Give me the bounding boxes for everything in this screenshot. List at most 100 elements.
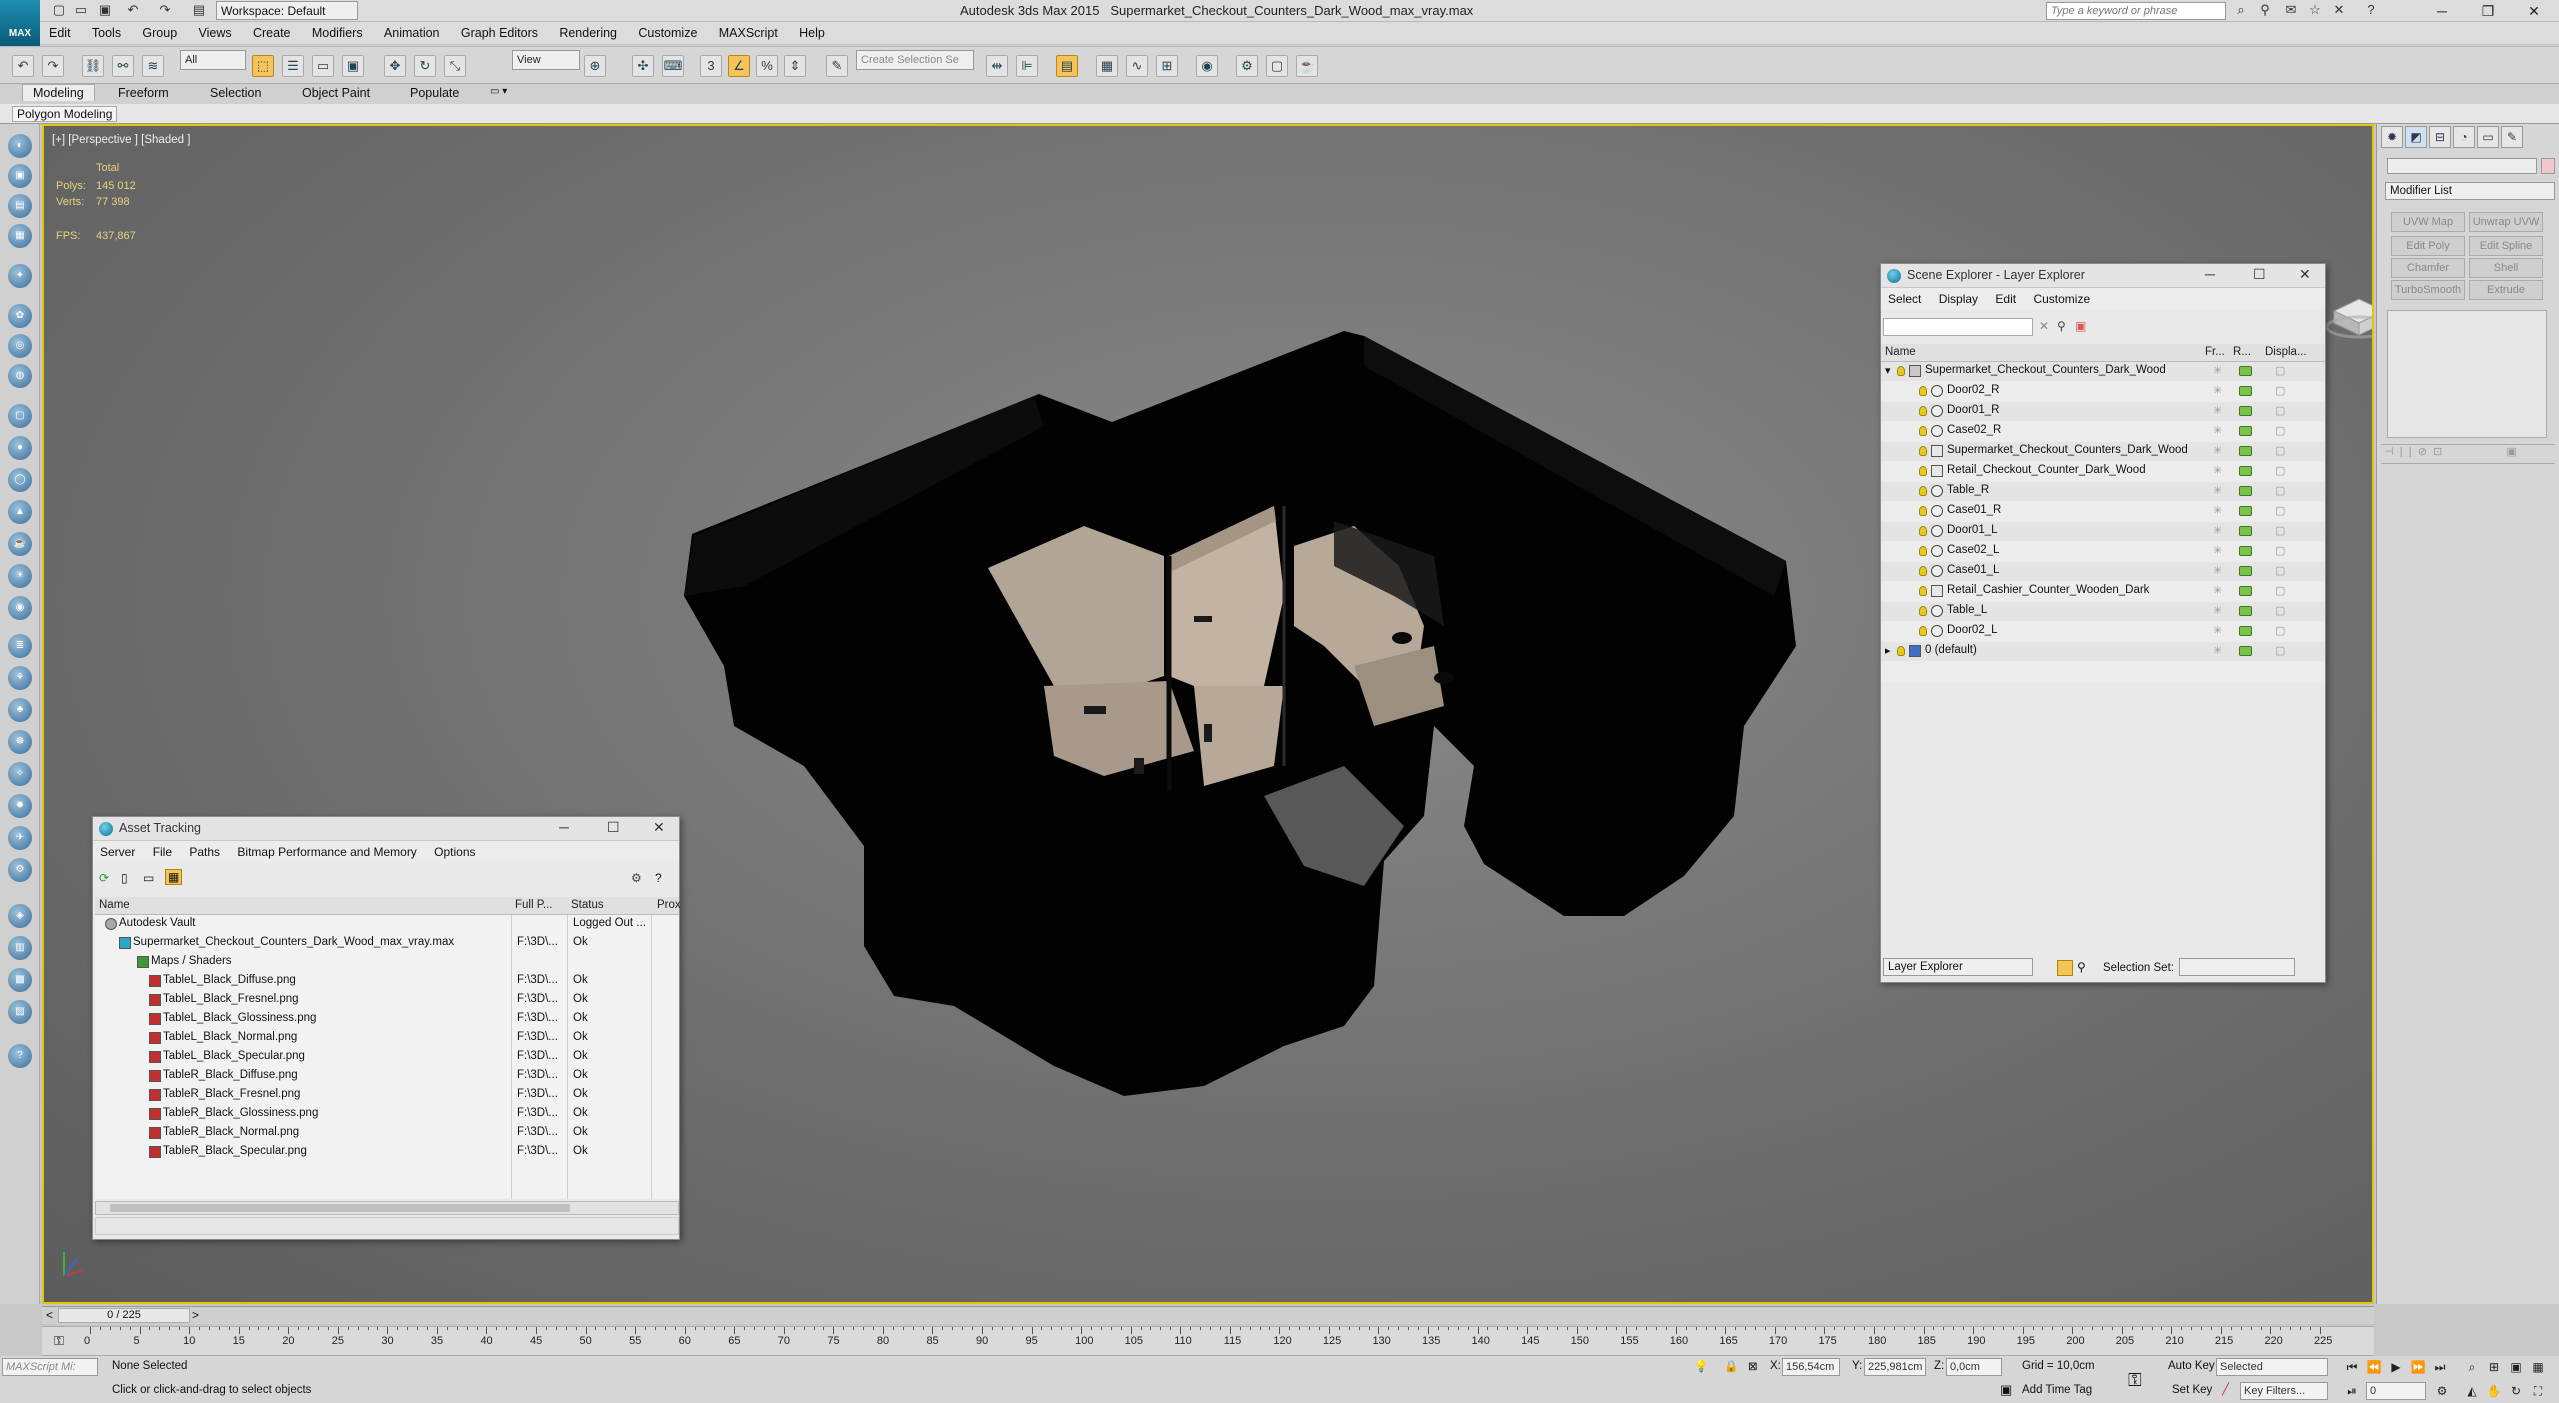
goto-end-icon[interactable]: ⏭ — [2430, 1360, 2450, 1378]
zoom-icon[interactable]: ⌕ — [2462, 1360, 2482, 1378]
col-proxy[interactable]: Prox — [657, 899, 681, 911]
camera-icon[interactable]: ◉ — [8, 596, 32, 620]
menu-modifiers[interactable]: Modifiers — [303, 22, 372, 44]
edit-poly-button[interactable]: Edit Poly — [2391, 236, 2465, 256]
turbosmooth-button[interactable]: TurboSmooth — [2391, 280, 2465, 300]
named-selection-dropdown[interactable]: Create Selection Se — [856, 50, 974, 70]
display-panel-tab[interactable]: ▭ — [2477, 126, 2499, 148]
unlink-icon[interactable]: ⚯ — [112, 55, 134, 77]
menu-edit[interactable]: Edit — [1988, 288, 2023, 310]
asset-row[interactable]: TableL_Black_Fresnel.png F:\3D\... Ok — [95, 991, 679, 1010]
scene-explorer-titlebar[interactable]: Scene Explorer - Layer Explorer ─ ☐ ✕ — [1881, 264, 2325, 288]
menu-paths[interactable]: Paths — [182, 841, 227, 863]
column-divider[interactable] — [651, 915, 652, 1199]
display-icon[interactable]: ▢ — [2275, 544, 2285, 557]
layer-row[interactable]: Table_R ✳ ▢ — [1881, 482, 2325, 501]
tool-icon-12[interactable]: ☸ — [8, 730, 32, 754]
select-object-icon[interactable]: ⬚ — [252, 55, 274, 77]
utilities-panel-tab[interactable]: ✎ — [2501, 126, 2523, 148]
absolute-mode-icon[interactable]: ⊠ — [1748, 1359, 1758, 1373]
zoom-all-icon[interactable]: ⊞ — [2484, 1360, 2504, 1378]
restore-icon[interactable]: ❐ — [2466, 0, 2510, 22]
tool-icon-20[interactable]: ▨ — [8, 1000, 32, 1024]
display-icon[interactable]: ▢ — [2275, 524, 2285, 537]
display-icon[interactable]: ▢ — [2275, 484, 2285, 497]
asset-row[interactable]: TableR_Black_Specular.png F:\3D\... Ok — [95, 1143, 679, 1162]
lock-icon[interactable]: 🔒 — [1724, 1359, 1738, 1373]
filter-icon[interactable]: ⚲ — [2057, 319, 2066, 333]
tab-modeling[interactable]: Modeling — [22, 84, 95, 101]
expand-icon[interactable]: ▸ — [1885, 644, 1891, 657]
visibility-bulb-icon[interactable] — [1919, 486, 1927, 496]
menu-create[interactable]: Create — [244, 22, 300, 44]
binoculars-icon[interactable]: ⌕ — [2232, 2, 2250, 20]
vault-icon[interactable]: ⚙ — [631, 871, 642, 885]
rect-selection-icon[interactable]: ▭ — [312, 55, 334, 77]
tool-icon-6[interactable]: ✿ — [8, 304, 32, 328]
column-divider[interactable] — [511, 915, 512, 1199]
track-bar[interactable]: 0 5 10 15 20 25 30 35 40 45 50 55 60 65 70 75 80 85 90 95 10… — [42, 1326, 2374, 1356]
asset-row[interactable]: TableR_Black_Fresnel.png F:\3D\... Ok — [95, 1086, 679, 1105]
layer-row[interactable]: ▾ Supermarket_Checkout_Counters_Dark_Wood… — [1881, 362, 2325, 381]
asset-row[interactable]: TableL_Black_Specular.png F:\3D\... Ok — [95, 1048, 679, 1067]
menu-server[interactable]: Server — [93, 841, 142, 863]
tab-object-paint[interactable]: Object Paint — [302, 86, 370, 100]
spinner-snap-icon[interactable]: ⇕ — [784, 55, 806, 77]
visibility-bulb-icon[interactable] — [1919, 466, 1927, 476]
visibility-bulb-icon[interactable] — [1919, 626, 1927, 636]
new-file-icon[interactable]: ▢ — [50, 2, 68, 20]
maximize-icon[interactable]: ☐ — [2253, 266, 2266, 283]
freeze-icon[interactable]: ✳ — [2213, 624, 2222, 637]
display-icon[interactable]: ▢ — [2275, 584, 2285, 597]
save-icon[interactable]: ▣ — [96, 2, 114, 20]
zoom-extents-all-icon[interactable]: ▦ — [2528, 1360, 2548, 1378]
menu-options[interactable]: Options — [427, 841, 482, 863]
tool-icon-18[interactable]: ▥ — [8, 936, 32, 960]
material-editor-icon[interactable]: ◉ — [1196, 55, 1218, 77]
unwrap-uvw-button[interactable]: Unwrap UVW — [2469, 212, 2543, 232]
col-display[interactable]: Displa... — [2265, 346, 2307, 358]
tool-icon-7[interactable]: ◎ — [8, 334, 32, 358]
maximize-icon[interactable]: ☐ — [607, 819, 620, 836]
renderable-icon[interactable] — [2239, 606, 2252, 616]
visibility-bulb-icon[interactable] — [1919, 406, 1927, 416]
exchange-icon[interactable]: ✕ — [2330, 2, 2348, 20]
selection-filter-dropdown[interactable]: All — [180, 50, 246, 70]
layer-row[interactable]: Supermarket_Checkout_Counters_Dark_Wood ✳… — [1881, 442, 2325, 461]
time-slider-thumb[interactable]: 0 / 225 — [58, 1308, 190, 1323]
sphere-icon[interactable]: ● — [8, 436, 32, 460]
menu-help[interactable]: Help — [790, 22, 834, 44]
tab-freeform[interactable]: Freeform — [118, 86, 169, 100]
play-icon[interactable]: ▶ — [2386, 1360, 2406, 1378]
angle-snap-icon[interactable]: ∠ — [728, 55, 750, 77]
collapse-icon[interactable]: ▾ — [1885, 364, 1891, 377]
renderable-icon[interactable] — [2239, 486, 2252, 496]
freeze-icon[interactable]: ✳ — [2213, 464, 2222, 477]
asset-row[interactable]: TableL_Black_Glossiness.png F:\3D\... Ok — [95, 1010, 679, 1029]
renderable-icon[interactable] — [2239, 366, 2252, 376]
table-view-icon[interactable]: ▦ — [165, 869, 183, 885]
render-production-icon[interactable]: ☕ — [1296, 55, 1318, 77]
explorer-type-dropdown[interactable]: Layer Explorer — [1883, 958, 2033, 976]
zoom-extents-icon[interactable]: ▣ — [2506, 1360, 2526, 1378]
edit-spline-button[interactable]: Edit Spline — [2469, 236, 2543, 256]
layer-row[interactable]: Door02_L ✳ ▢ — [1881, 622, 2325, 641]
maxscript-listener[interactable]: MAXScript Mi: — [2, 1358, 98, 1376]
move-icon[interactable]: ✥ — [384, 55, 406, 77]
minimize-icon[interactable]: ─ — [2420, 0, 2464, 22]
detail-view-icon[interactable]: ▭ — [143, 871, 154, 885]
edit-named-sel-icon[interactable]: ✎ — [826, 55, 848, 77]
pivot-center-icon[interactable]: ⊕ — [584, 55, 606, 77]
scale-icon[interactable]: ⤡ — [444, 55, 466, 77]
menu-edit[interactable]: Edit — [40, 22, 80, 44]
menu-customize[interactable]: Customize — [629, 22, 706, 44]
scene-explorer-window[interactable]: Scene Explorer - Layer Explorer ─ ☐ ✕ Se… — [1880, 263, 2326, 983]
ribbon-options-icon[interactable]: ▭ ▾ — [490, 86, 507, 97]
horizontal-scrollbar[interactable] — [95, 1201, 679, 1215]
viewcube[interactable] — [2324, 281, 2374, 341]
visibility-bulb-icon[interactable] — [1919, 506, 1927, 516]
layer-row[interactable]: Door02_R ✳ ▢ — [1881, 382, 2325, 401]
key-icon[interactable]: ⚿ — [2128, 1370, 2142, 1391]
renderable-icon[interactable] — [2239, 466, 2252, 476]
layer-toggle-icon[interactable] — [2057, 960, 2073, 976]
